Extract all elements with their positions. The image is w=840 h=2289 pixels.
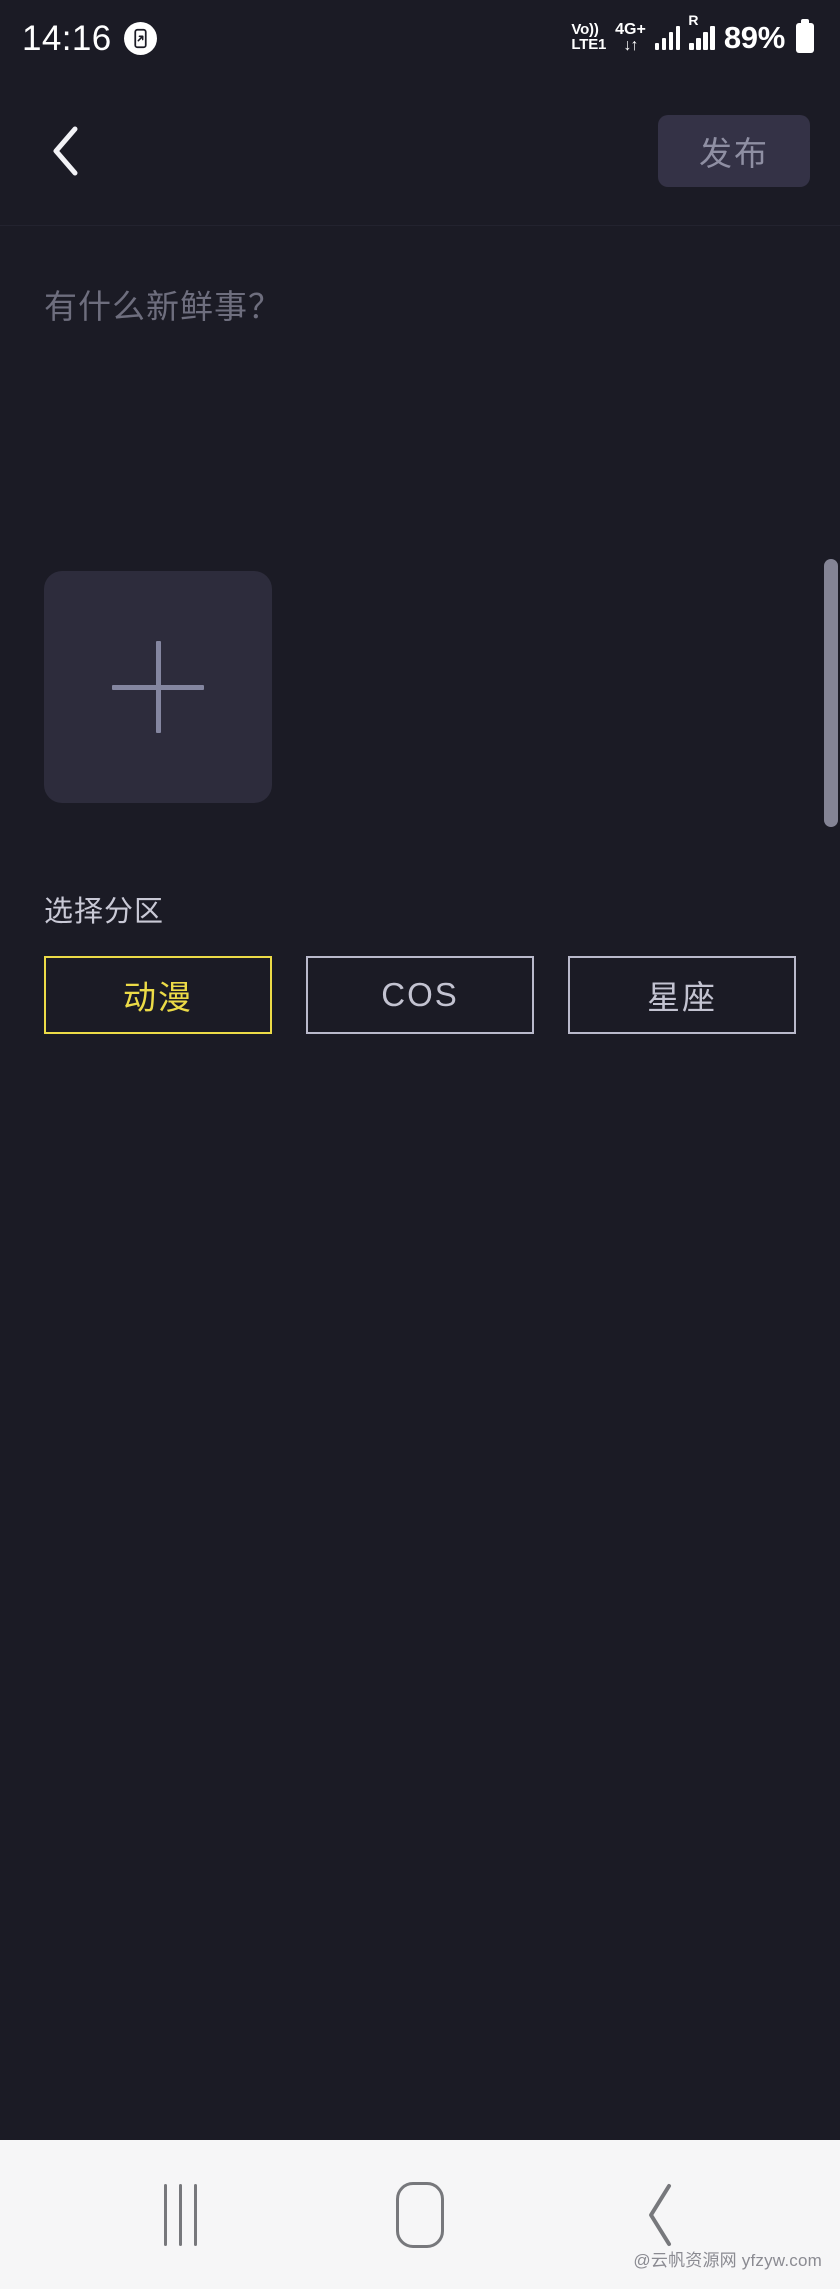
- plus-icon: [112, 641, 204, 733]
- compose-area: 有什么新鲜事？ 选择分区 动漫 COS 星座: [0, 226, 840, 2140]
- roaming-signal-icon: R: [688, 13, 715, 50]
- status-bar-left: 14:16: [22, 21, 157, 56]
- data-transfer-arrows-icon: ↓↑: [623, 37, 639, 54]
- category-chip-cos[interactable]: COS: [306, 956, 534, 1034]
- home-button[interactable]: [360, 2170, 480, 2260]
- recents-icon: [163, 2183, 197, 2246]
- roaming-label: R: [688, 12, 699, 28]
- status-bar: 14:16 Vo)) LTE1 4G+ ↓↑ R 89%: [0, 0, 840, 76]
- category-chip-row: 动漫 COS 星座: [44, 956, 796, 1034]
- status-bar-right: Vo)) LTE1 4G+ ↓↑ R 89%: [571, 13, 814, 56]
- home-icon: [396, 2181, 444, 2248]
- add-media-button[interactable]: [44, 571, 272, 803]
- network-type-icon: 4G+ ↓↑: [615, 22, 646, 54]
- category-chip-anime[interactable]: 动漫: [44, 956, 272, 1034]
- publish-button[interactable]: 发布: [658, 114, 810, 187]
- system-navigation-bar: @云帆资源网 yfzyw.com: [0, 2140, 840, 2289]
- category-section-title: 选择分区: [44, 896, 165, 928]
- category-chip-horoscope[interactable]: 星座: [568, 956, 796, 1034]
- volte-icon: Vo)) LTE1: [571, 22, 607, 53]
- battery-percent-label: 89%: [723, 20, 785, 55]
- recents-button[interactable]: [120, 2170, 240, 2260]
- back-button[interactable]: [34, 120, 96, 182]
- compose-text-input[interactable]: 有什么新鲜事？: [44, 284, 796, 340]
- chevron-left-icon: [48, 123, 82, 179]
- signal-bars-secondary-icon: [689, 26, 715, 50]
- screen-record-icon: [123, 21, 157, 55]
- volte-line-2: LTE1: [571, 36, 607, 53]
- status-clock: 14:16: [22, 18, 112, 58]
- signal-bars-icon: [654, 26, 681, 50]
- back-chevron-icon: [642, 2180, 678, 2250]
- app-header: 发布: [0, 76, 840, 226]
- watermark-label: @云帆资源网 yfzyw.com: [633, 2251, 822, 2270]
- scrollbar-thumb[interactable]: [824, 559, 838, 827]
- phone-screen: 14:16 Vo)) LTE1 4G+ ↓↑ R 89% 发布 有什么新鲜事？ …: [0, 0, 840, 2289]
- battery-icon: [796, 19, 814, 53]
- network-label: 4G+: [615, 21, 646, 38]
